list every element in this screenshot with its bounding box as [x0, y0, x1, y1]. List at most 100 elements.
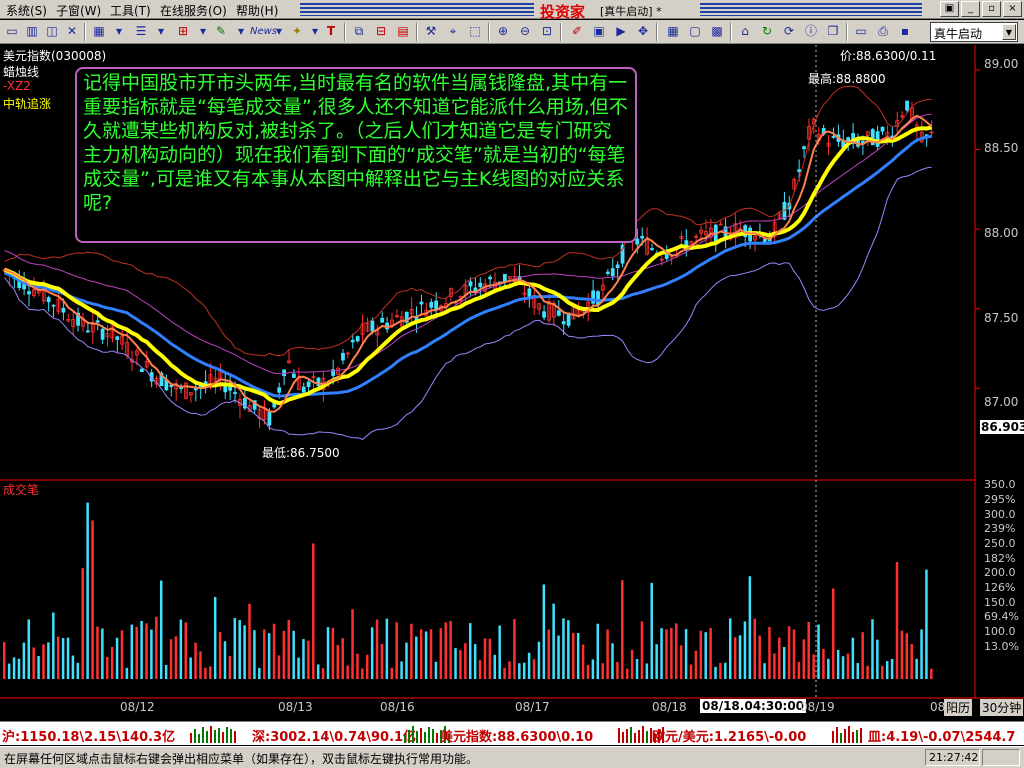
volume-bar: [483, 638, 487, 679]
volume-bar: [866, 665, 869, 679]
menu-system[interactable]: 系统(S): [6, 2, 47, 19]
volume-bar: [140, 620, 143, 679]
home-icon[interactable]: ⌂: [736, 23, 754, 40]
candle-body: [51, 304, 56, 307]
play-icon[interactable]: ▶: [612, 23, 630, 40]
indicator-icon[interactable]: ⊞: [174, 23, 192, 40]
volume-bar: [910, 644, 913, 679]
print-icon[interactable]: ⎙: [874, 23, 892, 40]
screen-icon[interactable]: ▭: [852, 23, 870, 40]
restore-icon[interactable]: ▣: [940, 1, 959, 17]
copy-icon[interactable]: ⧉: [350, 23, 368, 40]
date-label: 08/12: [120, 700, 155, 714]
candle-body: [488, 276, 493, 280]
candle-body: [301, 386, 306, 393]
grid-toggle-icon[interactable]: ▦: [664, 23, 682, 40]
volume-bar: [572, 632, 575, 679]
volume-bar: [56, 636, 60, 679]
volume-bar: [400, 661, 403, 679]
ticker-shenzhen[interactable]: 深:3002.14\0.74\90.1亿: [252, 726, 416, 745]
volume-bar: [778, 637, 781, 679]
volume-bar: [7, 663, 11, 679]
volume-bar: [576, 632, 580, 679]
formula-select[interactable]: 真牛启动 ▼: [930, 22, 1018, 42]
table-icon[interactable]: ▦: [90, 23, 108, 40]
select-icon[interactable]: ⬚: [466, 23, 484, 40]
volume-bar: [586, 664, 590, 679]
split-window-icon[interactable]: ◫: [43, 23, 61, 40]
draw-line-icon[interactable]: ✎: [212, 23, 230, 40]
toolbar-separator: [84, 23, 86, 41]
zoom-out-icon[interactable]: ⊖: [516, 23, 534, 40]
layout-icon[interactable]: ▥: [23, 23, 41, 40]
grid-icon[interactable]: ▤: [394, 23, 412, 40]
tools-icon[interactable]: ⚒: [422, 23, 440, 40]
volume-bar: [22, 642, 26, 679]
volume-bar: [42, 644, 45, 679]
volume-bar: [503, 667, 506, 679]
menu-tools[interactable]: 工具(T): [110, 2, 151, 19]
dropdown-icon[interactable]: ▾: [194, 23, 212, 40]
move-icon[interactable]: ✥: [634, 23, 652, 40]
maximize-button[interactable]: ▫: [982, 1, 1001, 17]
tab-calendar[interactable]: 阳历: [944, 699, 973, 716]
tab-timeframe[interactable]: 30分钟: [980, 699, 1024, 716]
toolbar: ▭ ▥ ◫ ✕ ▦ ▾ ☰ ▾ ⊞ ▾ ✎ ▾ News ▾ ✦ ▾ T ⧉ ⊟…: [0, 20, 1024, 44]
text-tool-icon[interactable]: T: [322, 23, 340, 40]
list-icon[interactable]: ☰: [132, 23, 150, 40]
ticker-eur-usd[interactable]: 欧元/美元:1.2165\-0.00: [652, 726, 806, 745]
menu-subwindow[interactable]: 子窗(W): [56, 2, 101, 19]
ticker-usd-index[interactable]: 美元指数:88.6300\0.10: [440, 726, 593, 745]
candle-body: [95, 320, 100, 323]
frame-icon[interactable]: ▢: [686, 23, 704, 40]
dropdown-icon[interactable]: ▾: [110, 23, 128, 40]
save-icon[interactable]: ▪: [896, 23, 914, 40]
crosshair-date-label: 08/18.04:30:00: [700, 699, 807, 713]
volume-bar: [356, 653, 359, 679]
zoom-in-icon[interactable]: ⊕: [494, 23, 512, 40]
volume-bar: [679, 645, 683, 679]
news-icon[interactable]: News: [250, 23, 277, 40]
volume-bar: [650, 582, 653, 679]
minimize-button[interactable]: _: [961, 1, 980, 17]
candle-body: [169, 385, 174, 388]
candle-body: [650, 248, 654, 250]
menu-help[interactable]: 帮助(H): [236, 2, 278, 19]
new-doc-icon[interactable]: ▭: [3, 23, 21, 40]
dropdown-icon[interactable]: ▾: [152, 23, 170, 40]
dropdown-icon[interactable]: ▾: [270, 23, 288, 40]
ticker-shanghai[interactable]: 沪:1150.18\2.15\140.3亿: [2, 726, 175, 745]
link-icon[interactable]: ⊟: [372, 23, 390, 40]
chevron-down-icon[interactable]: ▼: [1002, 24, 1016, 40]
volume-bar: [645, 663, 649, 679]
candle-body: [277, 387, 282, 393]
pen-icon[interactable]: ✐: [568, 23, 586, 40]
close-window-icon[interactable]: ✕: [63, 23, 81, 40]
candle-body: [355, 336, 360, 342]
volume-bar: [915, 658, 918, 679]
alert-icon[interactable]: ✦: [288, 23, 306, 40]
ticker-other[interactable]: 皿:4.19\-0.07\2544.7: [868, 726, 1015, 745]
chart-icon[interactable]: ▣: [590, 23, 608, 40]
volume-bar: [37, 655, 40, 679]
info-icon[interactable]: ⓘ: [802, 23, 820, 40]
close-button[interactable]: ×: [1003, 1, 1022, 17]
app-title: 投资家: [540, 3, 586, 21]
volume-bar: [694, 650, 698, 679]
fit-icon[interactable]: ⊡: [538, 23, 556, 40]
refresh-icon[interactable]: ↻: [758, 23, 776, 40]
volume-bar: [464, 643, 467, 679]
layers-icon[interactable]: ❐: [824, 23, 842, 40]
menu-online-service[interactable]: 在线服务(O): [160, 2, 227, 19]
chart-settings-icon[interactable]: ▩: [708, 23, 726, 40]
volume-bar: [262, 629, 266, 679]
crosshair-icon[interactable]: ⌖: [444, 23, 462, 40]
volume-bar: [248, 603, 251, 679]
candle-body: [905, 100, 909, 111]
document-title: [真牛启动] *: [600, 5, 662, 18]
volume-bar: [532, 659, 536, 679]
candle-body: [831, 135, 836, 138]
dropdown-icon[interactable]: ▾: [232, 23, 250, 40]
sync-icon[interactable]: ⟳: [780, 23, 798, 40]
candle-body: [61, 307, 66, 313]
